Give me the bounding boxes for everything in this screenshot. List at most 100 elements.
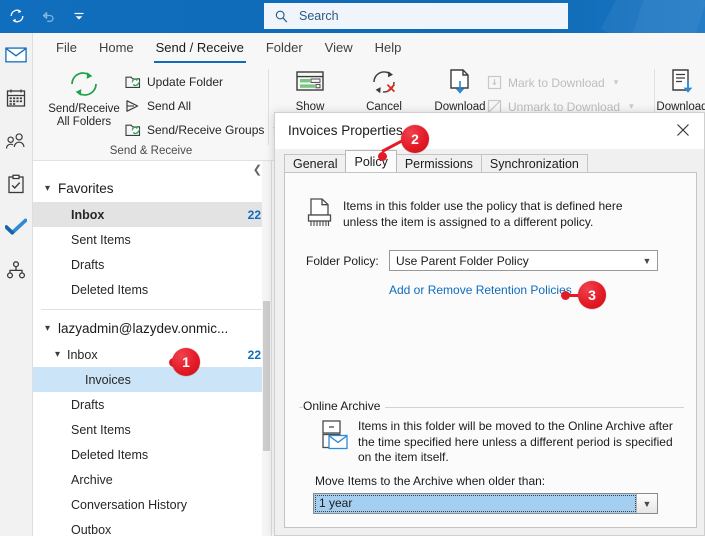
- undo-icon[interactable]: [37, 5, 59, 27]
- invoices-properties-dialog: Invoices Properties General Policy Permi…: [274, 112, 705, 536]
- search-input[interactable]: Search: [264, 3, 568, 29]
- show-progress-icon: [296, 71, 324, 91]
- favorites-item-drafts[interactable]: Drafts: [33, 252, 271, 277]
- favorites-item-deleted-items[interactable]: Deleted Items: [33, 277, 271, 302]
- chevron-down-icon[interactable]: ▾: [614, 77, 619, 88]
- chevron-down-icon[interactable]: ▾: [55, 349, 67, 360]
- favorites-item-sent-items[interactable]: Sent Items: [33, 227, 271, 252]
- send-all-icon: [126, 99, 139, 112]
- update-folder-button[interactable]: Update Folder: [125, 71, 223, 92]
- account-label: lazyadmin@lazydev.onmic...: [58, 320, 229, 336]
- ribbon-tab-folder[interactable]: Folder: [255, 37, 314, 59]
- favorites-label: Favorites: [58, 181, 114, 196]
- add-remove-retention-policies-link[interactable]: Add or Remove Retention Policies: [389, 283, 572, 297]
- account-item-drafts[interactable]: Drafts: [33, 392, 271, 417]
- dialog-tab-strip: General Policy Permissions Synchronizati…: [284, 150, 588, 172]
- policy-tab[interactable]: Policy: [345, 150, 397, 172]
- list-item-label: Inbox: [71, 207, 105, 222]
- list-item-label: Deleted Items: [71, 447, 149, 462]
- list-item-label: Invoices: [85, 372, 131, 387]
- list-item-label: Drafts: [71, 257, 105, 272]
- folder-policy-dropdown[interactable]: Use Parent Folder Policy ▼: [389, 250, 658, 271]
- dialog-title-bar: Invoices Properties: [275, 113, 704, 149]
- chevron-down-icon: ▾: [45, 183, 51, 194]
- close-icon[interactable]: [668, 116, 698, 144]
- send-receive-all-folders-button[interactable]: Send/Receive All Folders: [47, 68, 121, 129]
- scrollbar-thumb[interactable]: [263, 301, 270, 451]
- navigation-rail: [0, 33, 33, 536]
- permissions-tab[interactable]: Permissions: [395, 154, 482, 172]
- move-items-label: Move Items to the Archive when older tha…: [315, 474, 546, 488]
- list-item-label: Inbox: [67, 347, 98, 362]
- chevron-down-icon[interactable]: ▾: [629, 101, 634, 112]
- update-folder-label: Update Folder: [147, 74, 224, 89]
- list-item-label: Conversation History: [71, 497, 188, 512]
- tasks-icon[interactable]: [0, 162, 32, 205]
- cancel-all-icon: [373, 71, 396, 94]
- chevron-down-icon[interactable]: ▼: [636, 494, 657, 513]
- dialog-title: Invoices Properties: [288, 123, 403, 138]
- list-item-label: Archive: [71, 472, 113, 487]
- download-preferences-icon: [672, 69, 693, 93]
- favorites-item-inbox[interactable]: Inbox 22: [33, 202, 271, 227]
- pane-divider: [41, 309, 263, 310]
- ribbon-tab-home[interactable]: Home: [88, 37, 145, 59]
- ribbon-tab-send-receive[interactable]: Send / Receive: [145, 37, 255, 63]
- chevron-down-icon: ▾: [45, 322, 51, 334]
- callout-badge-1: 1: [172, 348, 200, 376]
- people-icon[interactable]: [0, 119, 32, 162]
- account-item-conversation-history[interactable]: Conversation History: [33, 492, 271, 517]
- chevron-down-icon[interactable]: ▼: [637, 251, 657, 270]
- callout-badge-3: 3: [578, 281, 606, 309]
- favorites-group-header[interactable]: ▾ Favorites: [33, 175, 271, 202]
- mark-to-download-icon: [487, 75, 502, 90]
- todo-check-icon[interactable]: [0, 205, 32, 248]
- ribbon-group-label-send-receive: Send & Receive: [109, 145, 193, 157]
- collapse-pane-chevron-icon[interactable]: ❮: [253, 165, 262, 176]
- invoices-folder-row[interactable]: Invoices: [33, 367, 271, 392]
- shredder-icon: [307, 198, 334, 231]
- ribbon-tab-file[interactable]: File: [45, 37, 88, 59]
- synchronization-tab[interactable]: Synchronization: [480, 154, 588, 172]
- account-item-deleted-items[interactable]: Deleted Items: [33, 442, 271, 467]
- send-all-label: Send All: [147, 98, 192, 113]
- search-icon: [275, 10, 288, 23]
- send-receive-groups-label: Send/Receive Groups: [147, 122, 265, 137]
- list-item-label: Deleted Items: [71, 282, 149, 297]
- folder-pane-scrollbar[interactable]: [262, 161, 271, 536]
- account-item-sent-items[interactable]: Sent Items: [33, 417, 271, 442]
- folder-policy-value: Use Parent Folder Policy: [396, 253, 529, 268]
- policy-tab-panel: Items in this folder use the policy that…: [284, 172, 697, 528]
- ribbon-tab-view[interactable]: View: [314, 37, 364, 59]
- send-all-button[interactable]: Send All: [125, 95, 191, 116]
- archive-mail-icon: [320, 419, 350, 455]
- list-item-label: Drafts: [71, 397, 105, 412]
- send-receive-all-icon[interactable]: [6, 5, 28, 27]
- quick-access-toolbar: [6, 5, 90, 27]
- send-receive-groups-button[interactable]: Send/Receive Groups ▾: [125, 119, 278, 140]
- title-bar: Search: [0, 0, 705, 33]
- online-archive-group: Online Archive Items in this folder will…: [299, 399, 684, 514]
- archive-age-value: 1 year: [315, 495, 636, 512]
- online-archive-description: Items in this folder will be moved to th…: [358, 419, 673, 464]
- unread-count: 22: [247, 207, 261, 222]
- archive-age-dropdown[interactable]: 1 year ▼: [313, 493, 658, 514]
- send-receive-groups-icon: [125, 124, 141, 136]
- customize-qat-icon[interactable]: [68, 5, 90, 27]
- callout-2-leader-dot: [378, 152, 387, 161]
- policy-description: Items in this folder use the policy that…: [343, 199, 623, 229]
- inbox-folder-row[interactable]: ▾ Inbox 22: [33, 342, 271, 367]
- groups-icon[interactable]: [0, 248, 32, 291]
- mail-icon[interactable]: [0, 33, 32, 76]
- mark-to-download-button[interactable]: Mark to Download ▾: [487, 72, 618, 93]
- account-item-outbox[interactable]: Outbox: [33, 517, 271, 536]
- account-header[interactable]: ▾ lazyadmin@lazydev.onmic...: [33, 314, 271, 342]
- ribbon-tab-help[interactable]: Help: [364, 37, 413, 59]
- send-receive-all-folders-label-1: Send/Receive: [48, 103, 120, 115]
- general-tab[interactable]: General: [284, 154, 347, 172]
- list-item-label: Sent Items: [71, 232, 131, 247]
- sync-circle-icon: [71, 72, 97, 96]
- account-item-archive[interactable]: Archive: [33, 467, 271, 492]
- calendar-icon[interactable]: [0, 76, 32, 119]
- online-archive-legend: Online Archive: [303, 399, 386, 413]
